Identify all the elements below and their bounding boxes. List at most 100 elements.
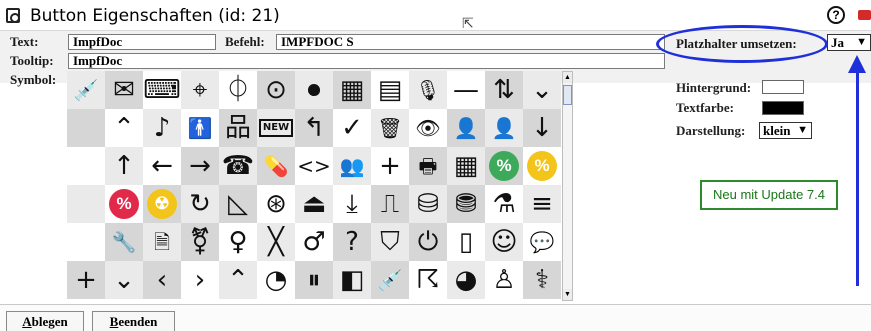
symbol-grid-scrollbar[interactable]: ▲ ▼ [562,71,573,301]
symbol-cell[interactable]: ⌨ [143,71,181,109]
symbol-cell[interactable]: ☺ [485,223,523,261]
symbol-cell[interactable]: ✉ [105,71,143,109]
symbol-cell[interactable]: ⏏ [295,185,333,223]
ablegen-button[interactable]: Ablegen [6,311,84,331]
scroll-thumb[interactable] [563,85,572,105]
symbol-cell[interactable]: ♂ [295,223,333,261]
symbol-cell[interactable]: + [371,147,409,185]
symbol-cell[interactable]: % [105,185,143,223]
symbol-cell[interactable]: ☈ [409,261,447,299]
symbol-cell[interactable] [67,223,105,261]
symbol-cell[interactable]: ? [333,223,371,261]
symbol-cell[interactable]: 👤 [447,109,485,147]
close-icon[interactable] [858,10,871,20]
symbol-cell[interactable]: ↓ [523,109,561,147]
symbol-cell[interactable]: ♙ [485,261,523,299]
help-icon[interactable]: ? [827,6,845,24]
symbol-cell[interactable]: ⊛ [257,185,295,223]
symbol-cell[interactable]: ↰ [295,109,333,147]
beenden-button[interactable]: Beenden [92,311,175,331]
symbol-cell[interactable]: 💬 [523,223,561,261]
symbol-cell[interactable]: ◕ [447,261,485,299]
symbol-cell[interactable]: 🚹 [181,109,219,147]
symbol-cell[interactable]: 💉 [67,71,105,109]
symbol-cell[interactable]: ⌄ [105,261,143,299]
symbol-cell[interactable]: ↻ [181,185,219,223]
darstellung-select[interactable]: klein ▼ [759,122,812,139]
symbol-cell[interactable]: NEW [257,109,295,147]
smiley-icon: ☺ [490,227,518,257]
scroll-down-arrow-icon[interactable]: ▼ [563,289,572,300]
symbol-cell[interactable]: ♀ [219,223,257,261]
symbol-cell[interactable]: ♪ [143,109,181,147]
symbol-cell[interactable] [67,185,105,223]
symbol-cell[interactable]: ≡ [523,185,561,223]
platzhalter-select[interactable]: Ja ▼ [827,34,871,51]
pie-chart-icon: ◕ [454,265,478,295]
symbol-cell[interactable]: 👁 [409,109,447,147]
befehl-field[interactable]: IMPFDOC S [276,34,665,50]
symbol-cell[interactable]: 👥 [333,147,371,185]
symbol-cell[interactable]: ▯ [447,223,485,261]
symbol-cell[interactable]: ⚕ [523,261,561,299]
symbol-cell[interactable]: % [485,147,523,185]
symbol-cell[interactable]: ⛉ [371,223,409,261]
symbol-cell[interactable]: ◺ [219,185,257,223]
pause-icon: ⏸ [307,265,321,295]
symbol-cell[interactable]: 🎙 [409,71,447,109]
symbol-cell[interactable]: 🔧 [105,223,143,261]
symbol-cell[interactable]: ⏸ [295,261,333,299]
symbol-cell[interactable]: 💊 [257,147,295,185]
symbol-cell[interactable]: ⛁ [409,185,447,223]
symbol-cell[interactable]: ◧ [333,261,371,299]
symbol-cell[interactable]: ⌃ [219,261,257,299]
symbol-cell[interactable]: 💉 [371,261,409,299]
symbol-cell[interactable]: ☎ [219,147,257,185]
symbol-cell[interactable]: ⚗ [485,185,523,223]
symbol-cell[interactable]: ╳ [257,223,295,261]
symbol-cell[interactable] [67,147,105,185]
symbol-cell[interactable]: ⏻ [409,223,447,261]
symbol-cell[interactable]: ◔ [257,261,295,299]
chevron-up-icon: ⌃ [227,265,249,295]
symbol-cell[interactable]: + [67,261,105,299]
symbol-cell[interactable]: ☢ [143,185,181,223]
symbol-cell[interactable]: ⌖ [181,71,219,109]
symbol-cell[interactable]: ⊙ [257,71,295,109]
symbol-cell[interactable]: <> [295,147,333,185]
symbol-cell[interactable]: 👤 [485,109,523,147]
symbol-cell[interactable]: 🗎 [143,223,181,261]
symbol-cell[interactable]: ↑ [105,147,143,185]
symbol-grid[interactable]: 💉 ✉ ⌨ ⌖ ⏀ ⊙ ⏺ ▦ ▤ 🎙 — ⇅ ⌄ ⌃ ♪ 🚹 品 NEW ↰ ✓ 🗑 👁 👤 👤 ↓ ↑ ← → ☎ 💊 <> 👥 + 🖶 ▦%%… [67,71,562,301]
text-field[interactable]: ImpfDoc [68,34,216,50]
symbol-cell[interactable]: 🗑 [371,109,409,147]
textfarbe-color-swatch[interactable] [762,101,804,115]
syringe-icon: 💉 [73,78,99,102]
symbol-cell[interactable]: ‹ [143,261,181,299]
message-icon: ▤ [377,75,403,105]
symbol-cell[interactable]: — [447,71,485,109]
symbol-cell[interactable]: ⚧ [181,223,219,261]
symbol-cell[interactable]: ⇅ [485,71,523,109]
symbol-cell[interactable]: ⌃ [105,109,143,147]
symbol-cell[interactable]: → [181,147,219,185]
symbol-cell[interactable] [67,109,105,147]
symbol-cell[interactable]: ▦ [447,147,485,185]
symbol-cell[interactable]: ▤ [371,71,409,109]
symbol-cell[interactable]: ▦ [333,71,371,109]
symbol-cell[interactable]: ← [143,147,181,185]
tooltip-field[interactable]: ImpfDoc [68,53,665,69]
symbol-cell[interactable]: % [523,147,561,185]
symbol-cell[interactable]: ⛃ [447,185,485,223]
symbol-cell[interactable]: ✓ [333,109,371,147]
symbol-cell[interactable]: ⏀ [219,71,257,109]
symbol-cell[interactable]: ⏺ [295,71,333,109]
symbol-cell[interactable]: ⌄ [523,71,561,109]
scroll-up-arrow-icon[interactable]: ▲ [563,72,572,83]
symbol-cell[interactable]: ⤓ [333,185,371,223]
symbol-cell[interactable]: 🖶 [409,147,447,185]
hintergrund-color-swatch[interactable] [762,80,804,94]
symbol-cell[interactable]: › [181,261,219,299]
symbol-cell[interactable]: 品 [219,109,257,147]
symbol-cell[interactable]: ⎍ [371,185,409,223]
